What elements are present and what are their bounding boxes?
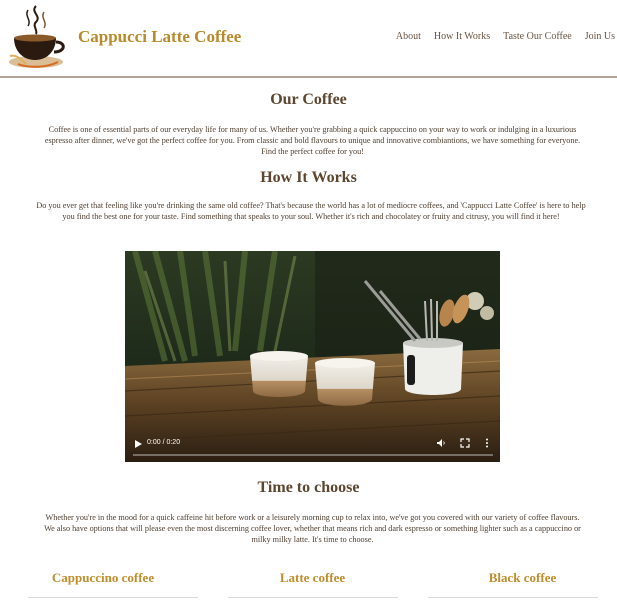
brand-title[interactable]: Cappucci Latte Coffee	[78, 27, 241, 47]
how-it-works-heading: How It Works	[260, 169, 357, 186]
video-frame	[125, 251, 500, 462]
nav-link-taste-our-coffee[interactable]: Taste Our Coffee	[503, 31, 572, 42]
nav-link-how-it-works[interactable]: How It Works	[434, 31, 490, 42]
product-image-top-edge	[28, 597, 198, 598]
site-header: Cappucci Latte Coffee About How It Works…	[0, 0, 617, 78]
product-image-top-edge	[228, 597, 398, 598]
product-title-cappuccino: Cappuccino coffee	[51, 570, 155, 585]
video-controls: 0:00 / 0:20	[125, 432, 500, 462]
our-coffee-text: Coffee is one of essential parts of our …	[44, 125, 581, 156]
fullscreen-icon[interactable]	[460, 438, 470, 448]
coffee-cup-logo-icon[interactable]	[6, 4, 66, 70]
play-icon[interactable]	[133, 439, 143, 449]
product-image-top-edge	[428, 597, 598, 598]
how-it-works-text: Do you ever get that feeling like you're…	[36, 201, 586, 221]
video-progress-bar[interactable]	[133, 454, 493, 456]
nav-link-about[interactable]: About	[396, 31, 421, 42]
more-options-icon[interactable]	[484, 438, 490, 448]
our-coffee-heading: Our Coffee	[270, 91, 347, 108]
product-title-latte: Latte coffee	[279, 570, 346, 585]
product-title-black: Black coffee	[488, 570, 557, 585]
volume-icon[interactable]	[436, 438, 446, 448]
time-to-choose-text: Whether you're in the mood for a quick c…	[44, 513, 581, 544]
main-nav: About How It Works Taste Our Coffee Join…	[396, 31, 615, 42]
nav-link-join-us[interactable]: Join Us	[585, 31, 615, 42]
video-time-display: 0:00 / 0:20	[147, 439, 181, 446]
time-to-choose-heading: Time to choose	[257, 479, 360, 496]
coffee-video-player[interactable]: 0:00 / 0:20	[125, 251, 500, 462]
